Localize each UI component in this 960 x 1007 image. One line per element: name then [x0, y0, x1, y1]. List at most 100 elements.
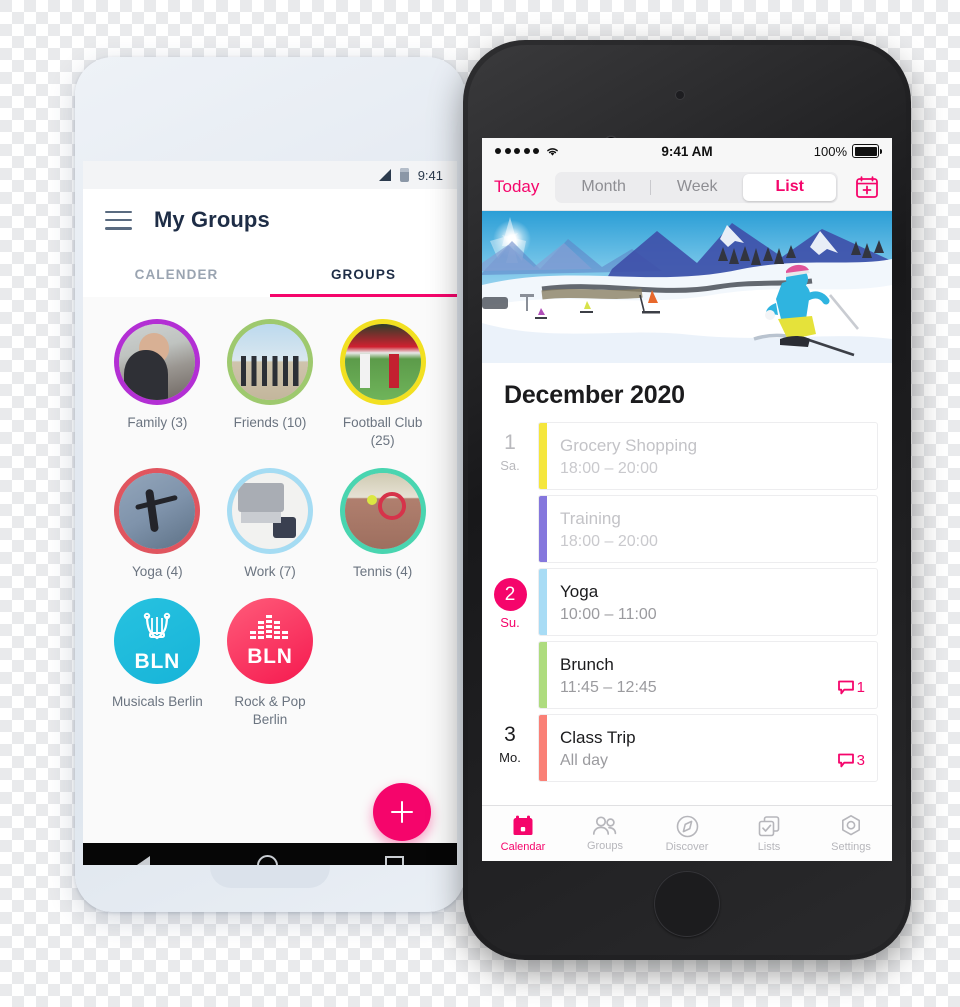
group-label: Rock & Pop Berlin [234, 694, 306, 728]
android-groups-content: Family (3) Friends (10) Football Club (25)… [83, 297, 457, 865]
group-photo-art [119, 324, 196, 400]
tab-groups[interactable]: Groups [564, 806, 646, 861]
iphone-screen: 9:41 AM 100% Today Month Week List Decem… [482, 138, 892, 861]
event-body: Training 18:00 – 20:00 [547, 496, 877, 562]
group-item[interactable]: BLN Musicals Berlin [101, 598, 214, 729]
event-row[interactable]: Brunch 11:45 – 12:45 1 [482, 641, 878, 709]
event-weekday: Sa. [500, 458, 520, 474]
event-color-bar [539, 715, 547, 781]
tab-groups[interactable]: GROUPS [270, 251, 457, 297]
event-time-row: 10:00 – 11:00 [560, 606, 865, 624]
people-icon [592, 815, 618, 837]
comment-count-number: 3 [856, 752, 865, 770]
tab-calendar[interactable]: Calendar [482, 806, 564, 861]
event-body: Grocery Shopping 18:00 – 20:00 [547, 423, 877, 489]
group-item[interactable]: Yoga (4) [101, 467, 214, 581]
group-avatar[interactable] [114, 319, 201, 405]
android-device: 9:41 My Groups CALENDER GROUPS Family (3… [75, 57, 465, 912]
segment-week[interactable]: Week [651, 174, 744, 201]
event-title: Training [560, 509, 621, 529]
recents-square-icon[interactable] [384, 855, 404, 865]
group-item[interactable]: BLN Rock & Pop Berlin [214, 598, 327, 729]
lyre-icon [137, 608, 177, 648]
group-avatar[interactable] [226, 319, 313, 405]
group-item[interactable]: Football Club (25) [326, 319, 439, 450]
event-row[interactable]: Training 18:00 – 20:00 [482, 495, 878, 563]
event-comment-count[interactable]: 3 [837, 752, 865, 769]
ios-tab-bar: Calendar Groups Discover Lists Settings [482, 805, 892, 861]
ios-status-right: 100% [813, 143, 882, 159]
event-color-bar [539, 423, 547, 489]
group-photo-art [231, 324, 308, 400]
event-time-row: All day 3 [560, 752, 865, 770]
event-time: 11:45 – 12:45 [560, 678, 657, 696]
event-comment-count[interactable]: 1 [837, 679, 865, 696]
android-navigation-bar [83, 843, 457, 865]
event-date-column: 1 Sa. [482, 422, 538, 490]
comment-bubble-icon [837, 753, 854, 768]
group-logo-text: BLN [134, 650, 181, 674]
event-row[interactable]: 3 Mo. Class Trip All day 3 [482, 714, 878, 782]
back-triangle-icon[interactable] [136, 856, 150, 865]
hamburger-menu-icon[interactable] [105, 210, 132, 230]
group-avatar[interactable] [339, 467, 426, 554]
group-avatar[interactable]: BLN [114, 598, 201, 685]
event-date-column: 2 Su. [482, 568, 538, 636]
equalizer-icon [249, 613, 291, 643]
group-item[interactable]: Work (7) [214, 467, 327, 581]
today-button[interactable]: Today [494, 177, 539, 197]
segment-list[interactable]: List [743, 173, 837, 201]
event-date-column [482, 641, 538, 709]
event-card[interactable]: Grocery Shopping 18:00 – 20:00 [538, 422, 878, 490]
tab-lists[interactable]: Lists [728, 806, 810, 861]
group-item[interactable]: Tennis (4) [326, 467, 439, 581]
event-title: Class Trip [560, 728, 636, 748]
iphone-home-button[interactable] [654, 871, 720, 937]
group-label: Football Club (25) [342, 415, 423, 448]
calendar-plus-icon[interactable] [854, 174, 880, 200]
comment-count-number: 1 [856, 679, 865, 697]
event-card[interactable]: Brunch 11:45 – 12:45 1 [538, 641, 878, 709]
event-time-row: 18:00 – 20:00 [560, 533, 865, 551]
home-circle-icon[interactable] [256, 854, 278, 865]
event-row[interactable]: 1 Sa. Grocery Shopping 18:00 – 20:00 [482, 422, 878, 490]
group-avatar[interactable] [226, 467, 313, 554]
battery-percent: 100% [813, 143, 847, 159]
group-logo: BLN [226, 598, 313, 685]
tab-settings[interactable]: Settings [810, 806, 892, 861]
group-logo-text: BLN [247, 645, 293, 669]
tab-label: Lists [757, 840, 781, 853]
event-card[interactable]: Training 18:00 – 20:00 [538, 495, 878, 563]
comment-bubble-icon [837, 680, 854, 695]
segment-month[interactable]: Month [557, 174, 650, 201]
gear-icon [839, 814, 863, 838]
group-avatar[interactable]: BLN [226, 598, 313, 685]
month-title: December 2020 [504, 381, 685, 409]
add-group-fab[interactable] [373, 783, 431, 841]
event-date-column: 3 Mo. [482, 714, 538, 782]
page-title: My Groups [154, 207, 270, 232]
signal-dots-icon [495, 148, 539, 154]
event-time: All day [560, 751, 609, 769]
group-avatar[interactable] [114, 467, 201, 554]
event-body: Brunch 11:45 – 12:45 1 [547, 642, 877, 708]
event-color-bar [539, 569, 547, 635]
group-item[interactable]: Family (3) [101, 319, 214, 450]
calendar-icon [511, 814, 535, 838]
event-card[interactable]: Yoga 10:00 – 11:00 [538, 568, 878, 636]
event-color-bar [539, 642, 547, 708]
android-screen: 9:41 My Groups CALENDER GROUPS Family (3… [83, 161, 457, 865]
group-photo [119, 324, 196, 400]
tab-discover[interactable]: Discover [646, 806, 728, 861]
checklist-icon [757, 815, 781, 838]
group-avatar[interactable] [339, 319, 426, 405]
event-card[interactable]: Class Trip All day 3 [538, 714, 878, 782]
event-row[interactable]: 2 Su. Yoga 10:00 – 11:00 [482, 568, 878, 636]
group-label: Friends (10) [233, 415, 307, 430]
iphone-proximity-sensor [676, 91, 684, 99]
event-weekday: Mo. [499, 750, 521, 766]
battery-icon [852, 144, 882, 158]
event-time: 18:00 – 20:00 [560, 532, 658, 550]
group-item[interactable]: Friends (10) [214, 319, 327, 450]
tab-calender[interactable]: CALENDER [83, 251, 270, 297]
